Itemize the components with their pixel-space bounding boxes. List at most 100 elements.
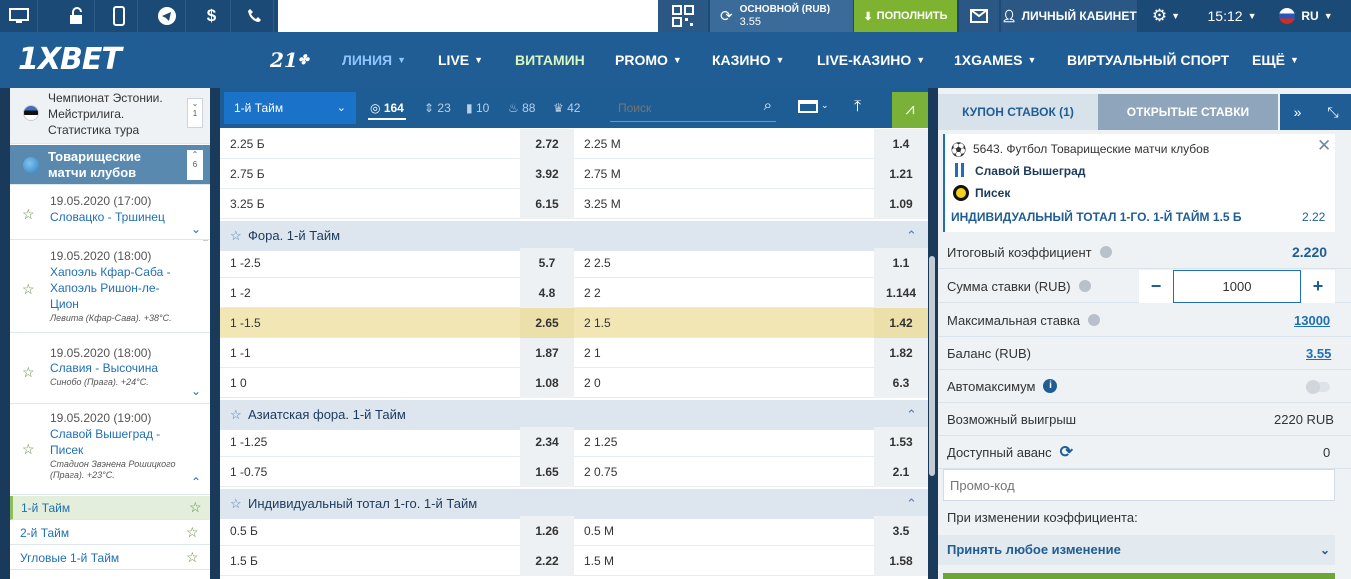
close-icon[interactable]: ✕ (1317, 136, 1331, 156)
filter-stats[interactable]: ▮ 10 (466, 96, 489, 120)
star-icon[interactable]: ☆ (186, 549, 199, 566)
star-icon[interactable]: ☆ (189, 499, 202, 516)
stake-decrement-button[interactable]: − (1139, 270, 1173, 303)
nav-virtual-sport[interactable]: ВИРТУАЛЬНЫЙ СПОРТ (1067, 32, 1229, 88)
market-header[interactable]: ☆ Фора. 1-й Тайм ⌃ (220, 221, 928, 251)
match-item[interactable]: 19.05.2020 (18:00) Славия - Высочина Син… (10, 334, 210, 404)
odd-value[interactable]: 1.58 (874, 546, 928, 576)
star-icon[interactable]: ☆ (230, 221, 242, 251)
telegram-icon[interactable] (148, 0, 186, 32)
chevron-up-icon[interactable]: ⌃ (191, 475, 201, 489)
star-icon[interactable]: ☆ (186, 524, 199, 541)
refresh-icon[interactable]: ⟳ (1060, 442, 1073, 462)
odd-value[interactable]: 5.7 (520, 248, 574, 278)
tab-coupon[interactable]: КУПОН СТАВОК (1) (938, 94, 1098, 130)
match-item[interactable]: 19.05.2020 (18:00) Хапоэль Кфар-Саба - Х… (10, 241, 210, 333)
gear-icon[interactable] (1088, 314, 1101, 326)
stats-button[interactable]: ⩘ (892, 92, 928, 128)
nav-promo[interactable]: PROMO ▼ (615, 32, 682, 88)
stake-input[interactable]: 1000 (1173, 270, 1301, 303)
odd-value[interactable]: 1.82 (874, 338, 928, 368)
lock-icon[interactable] (57, 0, 95, 32)
mail-icon[interactable] (959, 0, 999, 32)
chevron-down-icon[interactable]: ⌄ (191, 222, 201, 236)
1xbet-logo[interactable]: 1XBET (18, 42, 122, 77)
settings-menu[interactable]: ⚙ ▼ (1139, 0, 1193, 32)
odd-value[interactable]: 2.34 (520, 427, 574, 457)
market-header[interactable]: ☆ Индивидуальный тотал 1-го. 1-й Тайм ⌃ (220, 489, 928, 519)
odd-value[interactable]: 1.42 (874, 308, 928, 338)
nav-21-games[interactable]: 21 ✤ (270, 32, 309, 88)
odd-value[interactable]: 3.5 (874, 516, 928, 546)
star-icon[interactable]: ☆ (230, 489, 242, 519)
match-teams[interactable]: Хапоэль Кфар-Саба - Хапоэль Ришон-ле-Цио… (50, 264, 185, 312)
deposit-button[interactable]: ⬇ ПОПОЛНИТЬ (854, 0, 957, 32)
search-icon[interactable]: ⌕ (764, 97, 772, 114)
refresh-icon[interactable]: ⟳ (720, 7, 733, 25)
nav-more[interactable]: ЕЩЁ ▼ (1252, 32, 1299, 88)
chevron-down-icon[interactable]: ⌄ (191, 384, 201, 398)
desktop-icon[interactable] (0, 0, 38, 32)
odd-value[interactable]: 1.144 (874, 278, 928, 308)
odd-value[interactable]: 1.65 (520, 457, 574, 487)
period-item-first-half[interactable]: 1-й Тайм ☆ (10, 496, 210, 520)
period-item-corners[interactable]: Угловые 1-й Тайм ☆ (10, 546, 210, 570)
place-bet-button[interactable] (943, 573, 1335, 579)
collapse-all-icon[interactable]: ⤒ (854, 98, 861, 116)
odd-value[interactable]: 6.3 (874, 368, 928, 398)
account-balance[interactable]: ⟳ ОСНОВНОЙ (RUB) 3.55 (710, 0, 853, 32)
odd-value[interactable]: 2.1 (874, 457, 928, 487)
odd-value[interactable]: 6.15 (520, 189, 574, 219)
star-icon[interactable]: ☆ (22, 441, 35, 458)
odd-value[interactable]: 2.22 (520, 546, 574, 576)
star-icon[interactable]: ☆ (22, 206, 35, 223)
odds-scrollbar[interactable] (929, 256, 935, 476)
chevron-up-icon[interactable]: ⌃ (906, 221, 917, 251)
promo-code-input[interactable] (943, 469, 1335, 501)
nav-live-casino[interactable]: LIVE-КАЗИНО ▼ (817, 32, 925, 88)
gear-icon[interactable] (1078, 280, 1091, 292)
period-item-second-half[interactable]: 2-й Тайм ☆ (10, 521, 210, 545)
match-item[interactable]: 19.05.2020 (17:00) Словацко - Тршинец ☆ … (10, 186, 210, 240)
language-menu[interactable]: RU ▼ (1272, 0, 1340, 32)
gear-icon[interactable] (1099, 246, 1112, 258)
phone-icon[interactable] (236, 0, 274, 32)
period-select[interactable]: 1-й Тайм ⌄ (224, 92, 356, 124)
view-mode-button[interactable]: ⌄ (798, 100, 832, 116)
max-stake-link[interactable]: 13000 (1294, 313, 1330, 328)
match-teams[interactable]: Славой Вышеград - Писек (50, 426, 175, 458)
balance-link[interactable]: 3.55 (1306, 346, 1331, 361)
filter-all[interactable]: ◎ 164 (368, 96, 406, 120)
market-header[interactable]: ☆ Азиатская фора. 1-й Тайм ⌃ (220, 400, 928, 430)
odds-change-select[interactable]: Принять любое изменение ⌄ (938, 535, 1335, 565)
nav-liniya[interactable]: ЛИНИЯ ▼ (342, 32, 406, 88)
odd-value[interactable]: 1.09 (874, 189, 928, 219)
time-menu[interactable]: 15:12 ▼ (1195, 0, 1269, 32)
odd-value[interactable]: 2.72 (520, 129, 574, 159)
odd-value[interactable]: 1.53 (874, 427, 928, 457)
match-teams[interactable]: Словацко - Тршинец (50, 210, 165, 224)
league-estonia[interactable]: Чемпионат Эстонии. Мейстрилига. Статисти… (10, 88, 210, 144)
odd-value[interactable]: 1.1 (874, 248, 928, 278)
expand-icon[interactable]: » (1280, 94, 1315, 130)
tab-open-bets[interactable]: ОТКРЫТЫЕ СТАВКИ (1098, 94, 1278, 130)
odd-value[interactable]: 1.26 (520, 516, 574, 546)
chevron-up-icon[interactable]: ⌃ (906, 489, 917, 519)
star-icon[interactable]: ☆ (230, 400, 242, 430)
personal-cabinet-button[interactable]: 👤︎ ЛИЧНЫЙ КАБИНЕТ (1001, 0, 1137, 32)
nav-vitamin[interactable]: ВИТАМИН (515, 32, 585, 88)
filter-trophy[interactable]: ♛ 42 (553, 96, 580, 120)
nav-1xgames[interactable]: 1XGAMES ▼ (954, 32, 1036, 88)
star-icon[interactable]: ☆ (22, 281, 35, 298)
chevron-up-icon[interactable]: ⌃ (906, 400, 917, 430)
match-item-selected[interactable]: 19.05.2020 (19:00) Славой Вышеград - Пис… (10, 405, 210, 495)
auto-max-toggle[interactable] (1306, 380, 1330, 394)
match-teams[interactable]: Славия - Высочина (50, 361, 158, 375)
qr-code-icon[interactable] (658, 0, 708, 32)
odd-value[interactable]: 1.87 (520, 338, 574, 368)
odd-value[interactable]: 4.8 (520, 278, 574, 308)
star-icon[interactable]: ☆ (22, 364, 35, 381)
nav-live[interactable]: LIVE ▼ (438, 32, 483, 88)
stake-increment-button[interactable]: + (1301, 270, 1335, 303)
nav-casino[interactable]: КАЗИНО ▼ (712, 32, 784, 88)
